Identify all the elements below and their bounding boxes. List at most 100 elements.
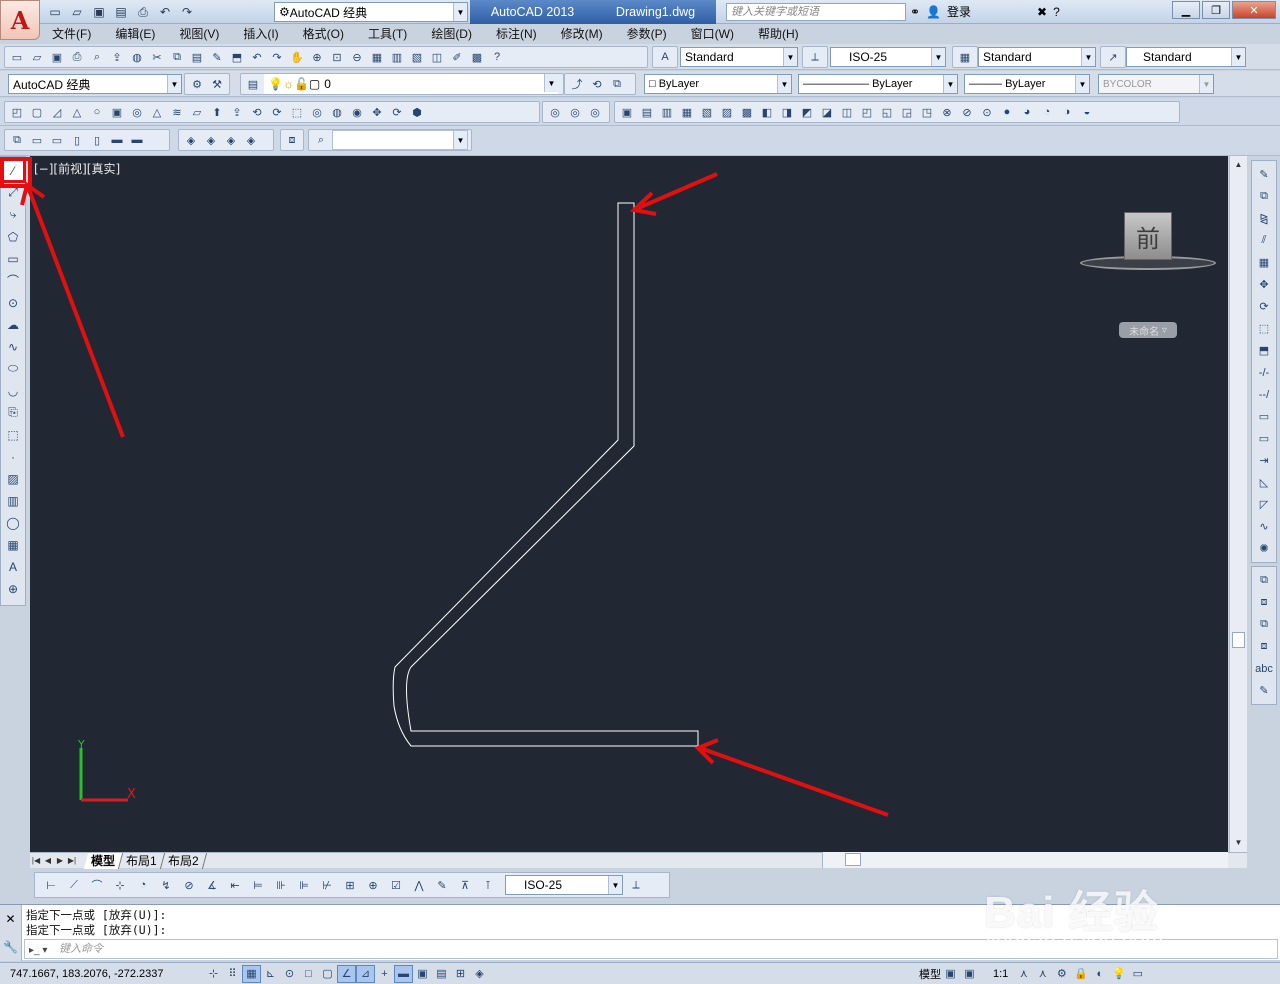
application-menu-button[interactable]: A [0,0,40,40]
blend-icon[interactable]: ∿ [1254,517,1274,536]
mirror-icon[interactable]: ⧎ [1254,209,1274,228]
login-link[interactable]: 登录 [947,3,971,20]
offset-icon[interactable]: ⫽ [1254,231,1274,250]
markup-icon[interactable]: ✐ [448,48,466,66]
trim-icon[interactable]: -/- [1254,363,1274,382]
subtract-icon[interactable]: ◍ [328,103,346,121]
undo-icon[interactable]: ↶ [248,48,266,66]
extrude-faces-icon[interactable]: ▣ [618,103,636,121]
3dosnap-toggle-icon[interactable]: ▢ [318,965,337,983]
dim-style-icon[interactable]: ⟂ [806,48,824,66]
sheet-set-icon[interactable]: ◫ [428,48,446,66]
circle-icon[interactable]: ⊙ [3,293,23,312]
drawing-canvas[interactable] [30,156,1228,852]
dim-update-icon[interactable]: ⊺ [478,876,498,894]
cone-icon[interactable]: △ [68,103,86,121]
ellipse-icon[interactable]: ⬭ [3,359,23,378]
chevron-down-icon[interactable]: ▼ [931,48,945,66]
dim-text-edit-icon[interactable]: ⊼ [455,876,475,894]
polyline-icon[interactable]: ⤷ [3,205,23,224]
menu-item[interactable]: 标注(N) [484,24,549,44]
render-icon[interactable]: ● [998,103,1016,121]
chevron-down-icon[interactable]: ▼ [783,48,797,66]
cut-icon[interactable]: ✂ [148,48,166,66]
zoom-window-icon[interactable]: ⊡ [328,48,346,66]
new-icon[interactable]: ▭ [46,3,64,21]
gradient-icon[interactable]: ▥ [3,491,23,510]
right-view-icon[interactable]: ▯ [88,131,106,149]
snap-toggle-icon[interactable]: ⠿ [223,965,242,983]
tab-model[interactable]: 模型 [83,852,124,869]
annotation-visibility-icon[interactable]: ⋏ [1014,965,1033,983]
chevron-down-icon[interactable]: ▼ [167,75,181,93]
horizontal-scroll-thumb[interactable] [845,853,861,866]
bring-above-icon[interactable]: ⧉ [1254,615,1274,634]
intersect-icon[interactable]: ◉ [348,103,366,121]
layer-combo[interactable]: 💡 ☼ 🔓 ▢ 0 ▼ [264,74,558,94]
text-style-icon[interactable]: A [656,48,674,66]
model-space-button[interactable]: 模型 [919,966,941,982]
named-views-icon[interactable]: ⧉ [8,131,26,149]
annotation-scale[interactable]: 1:1 [993,968,1008,980]
ortho-toggle-icon[interactable]: ⊾ [261,965,280,983]
save-icon[interactable]: ▣ [48,48,66,66]
prev-tab-icon[interactable]: ◀ [42,854,54,868]
am-toggle-icon[interactable]: ◈ [470,965,489,983]
chevron-down-icon[interactable]: ▼ [1075,75,1089,93]
layer-properties-icon[interactable]: ▤ [244,75,262,93]
help-icon[interactable]: ? [1053,5,1060,19]
torus-icon[interactable]: ◎ [128,103,146,121]
polygon-icon[interactable]: ⬠ [3,227,23,246]
command-input[interactable]: ▸_ ▾ 键入命令 [24,939,1278,959]
redo-icon[interactable]: ↷ [178,3,196,21]
center-mark-icon[interactable]: ⊕ [363,876,383,894]
paste-icon[interactable]: ▤ [188,48,206,66]
chevron-down-icon[interactable]: ▼ [1081,48,1095,66]
imprint-icon[interactable]: ◪ [818,103,836,121]
construction-line-icon[interactable]: ⤢ [3,183,23,202]
sw-iso-icon[interactable]: ◈ [182,131,200,149]
3d-rotate-icon[interactable]: ⟳ [388,103,406,121]
ne-iso-icon[interactable]: ◈ [222,131,240,149]
command-prompt-icon[interactable]: ▸_ ▾ [29,942,47,960]
lineweight-combo[interactable]: ——— ByLayer ▼ [964,74,1090,94]
clean-icon[interactable]: ◫ [838,103,856,121]
point-icon[interactable]: · [3,447,23,466]
workspace-toolbar-combo[interactable]: AutoCAD 经典 ▼ [8,74,182,94]
coordinate-readout[interactable]: 747.1667, 183.2076, -272.2337 [0,968,204,980]
send-under-icon[interactable]: ⧈ [1254,637,1274,656]
menu-item[interactable]: 插入(I) [231,24,290,44]
text-above-icon[interactable]: abc [1254,659,1274,678]
slice-icon[interactable]: ◳ [918,103,936,121]
quick-dim-icon[interactable]: ⇤ [225,876,245,894]
bring-to-front-icon[interactable]: ⧉ [1254,571,1274,590]
jogged-icon[interactable]: ↯ [156,876,176,894]
workspace-switching-icon[interactable]: ⚙ [1052,965,1071,983]
bottom-view-icon[interactable]: ▭ [48,131,66,149]
sc-toggle-icon[interactable]: ⊞ [451,965,470,983]
revision-cloud-icon[interactable]: ☁ [3,315,23,334]
user-icon[interactable]: 👤 [926,5,941,19]
layer-previous-icon[interactable]: ⟲ [588,75,606,93]
dim-style-combo[interactable]: ISO-25 ▼ [830,47,946,67]
last-tab-icon[interactable]: ▶| [66,854,78,868]
radius-icon[interactable]: ◔ [133,876,153,894]
scroll-down-icon[interactable]: ▼ [1230,836,1247,850]
close-icon[interactable]: ✕ [1232,1,1276,19]
ordinate-icon[interactable]: ⊹ [110,876,130,894]
copy-edges-icon[interactable]: ◨ [778,103,796,121]
rotate-icon[interactable]: ⟳ [1254,297,1274,316]
continue-icon[interactable]: ⊪ [271,876,291,894]
rotate-faces-icon[interactable]: ▧ [698,103,716,121]
fillet-icon[interactable]: ◸ [1254,495,1274,514]
angular-icon[interactable]: ∡ [202,876,222,894]
viewcube[interactable]: 前 [1124,212,1172,260]
arc-length-icon[interactable]: ⌒ [87,876,107,894]
dim-break-icon[interactable]: ⊬ [317,876,337,894]
chevron-down-icon[interactable]: ▼ [453,131,467,149]
mleader-style-icon[interactable]: ↗ [1104,48,1122,66]
menu-item[interactable]: 窗口(W) [679,24,746,44]
publish-icon[interactable]: ⇪ [108,48,126,66]
sweep-icon[interactable]: ⟲ [248,103,266,121]
tool-palettes-icon[interactable]: ▧ [408,48,426,66]
